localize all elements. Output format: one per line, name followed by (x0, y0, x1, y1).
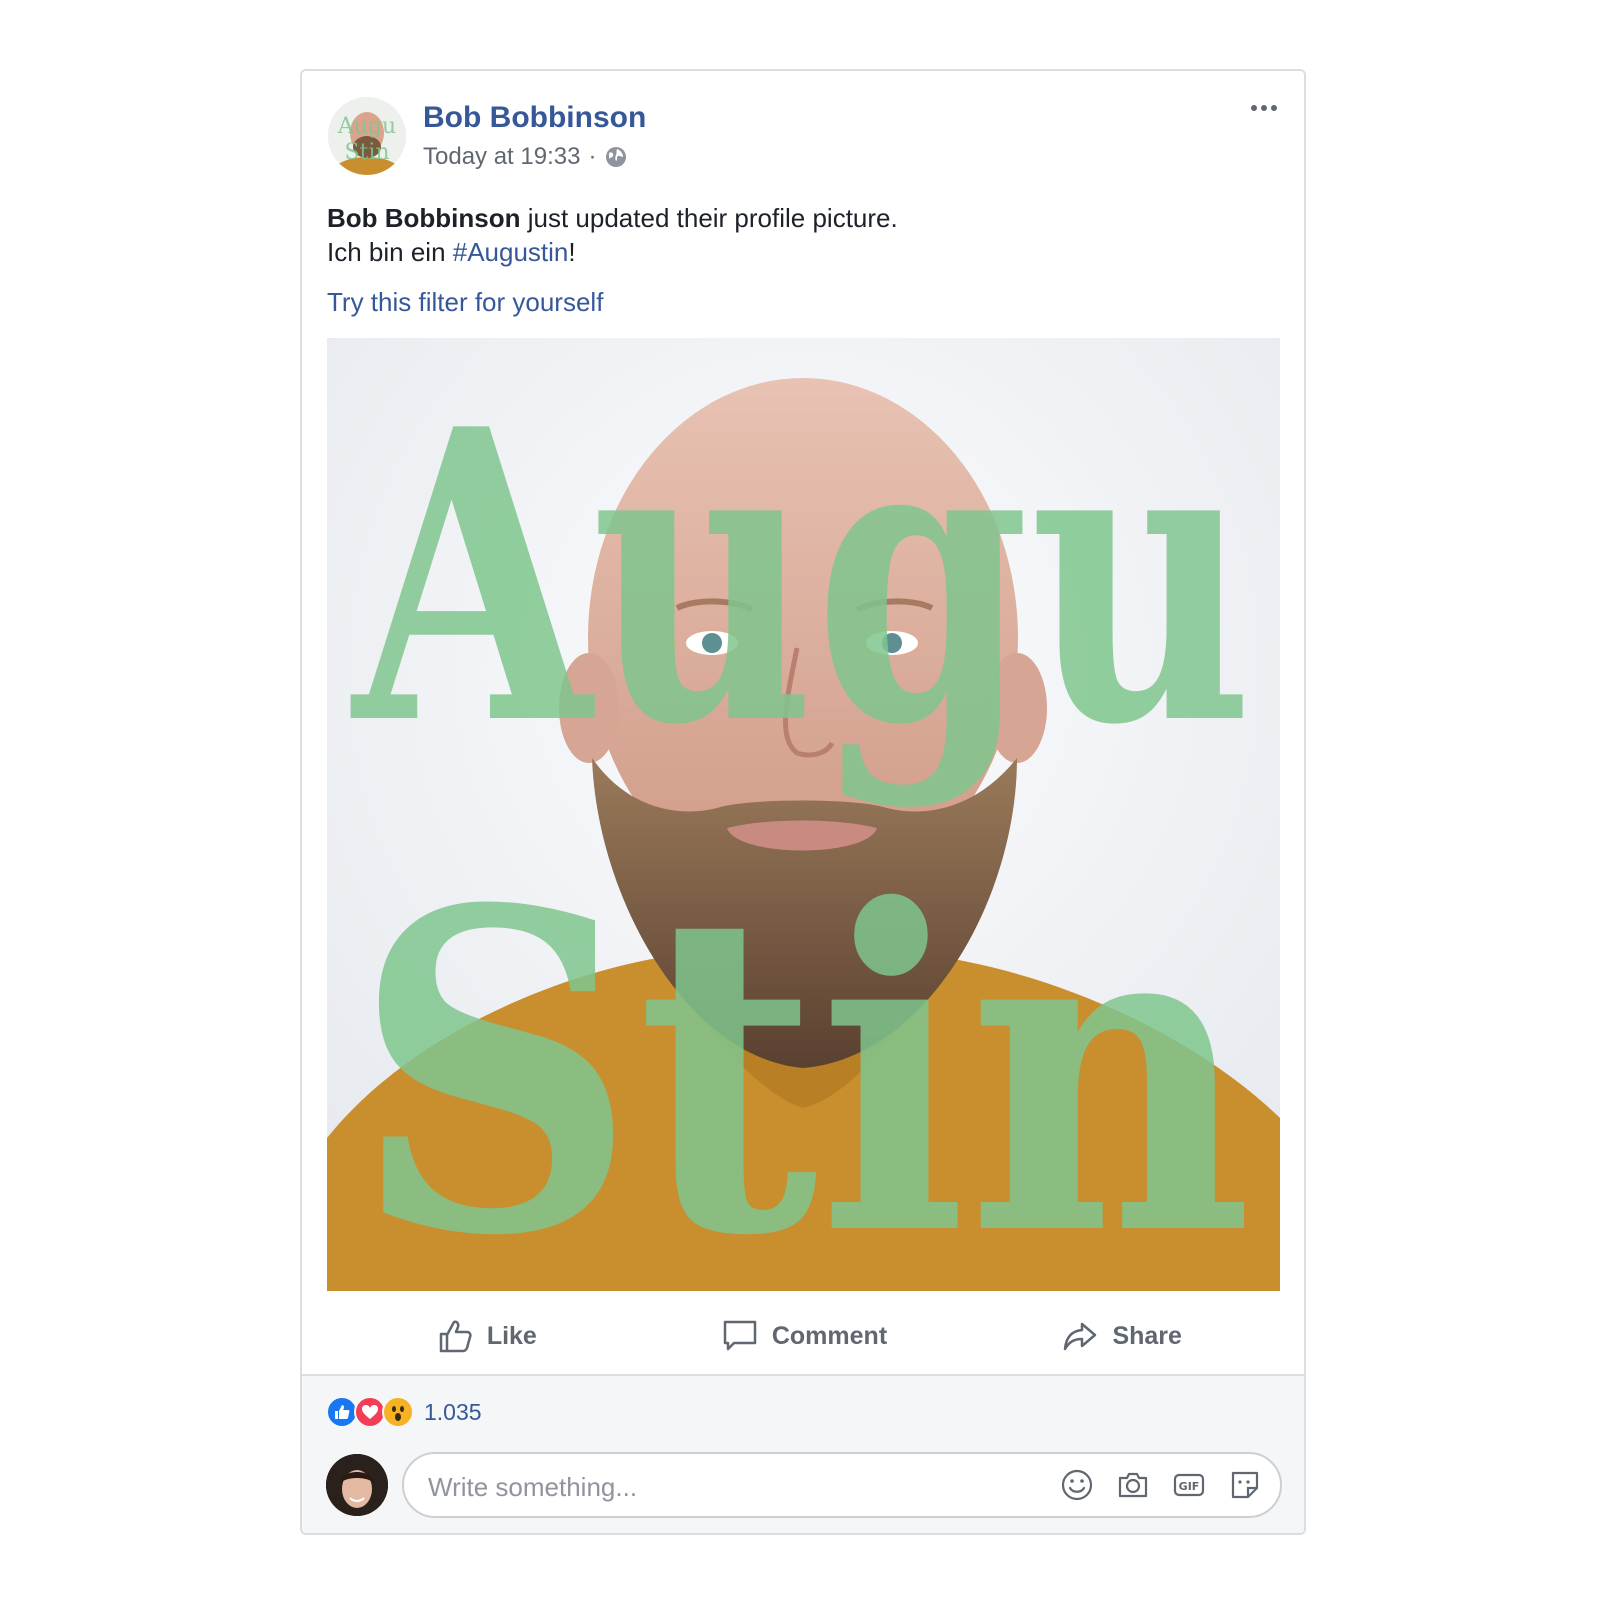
wow-reaction-icon (382, 1396, 414, 1428)
like-label: Like (486, 1321, 537, 1350)
meta-separator: · (588, 143, 597, 170)
current-user-avatar[interactable] (326, 1454, 388, 1516)
like-button[interactable]: Like (327, 1296, 645, 1376)
post-header: Augu Stin Bob Bobbinson Today at 19:33 · (302, 71, 1304, 191)
reaction-count[interactable]: 1.035 (424, 1399, 482, 1426)
avatar-overlay-line2: Stin (344, 140, 389, 165)
author-avatar[interactable]: Augu Stin (328, 97, 406, 175)
comment-box: GIF (402, 1452, 1282, 1518)
post-meta: Today at 19:33 · (423, 143, 628, 171)
comment-button[interactable]: Comment (645, 1296, 963, 1376)
action-bar: Like Comment Share (327, 1296, 1280, 1376)
post-timestamp[interactable]: Today at 19:33 (423, 143, 580, 171)
photo-overlay-line2: Stin (353, 815, 1253, 1291)
post-text-line1: Bob Bobbinson just updated their profile… (327, 201, 1277, 235)
post-text-author[interactable]: Bob Bobbinson (327, 203, 521, 233)
camera-icon[interactable] (1116, 1468, 1150, 1502)
post-footer: 1.035 Write something... GIF (302, 1374, 1304, 1533)
post-text-suffix: ! (568, 237, 576, 267)
sticker-icon[interactable] (1228, 1468, 1262, 1502)
share-button[interactable]: Share (962, 1296, 1280, 1376)
share-label: Share (1112, 1321, 1182, 1350)
thumbs-up-icon (439, 1320, 472, 1353)
svg-text:GIF: GIF (1179, 1480, 1200, 1493)
post-text-line2: Ich bin ein #Augustin! (327, 235, 1277, 269)
hashtag-link[interactable]: #Augustin (453, 237, 569, 267)
photo-overlay-line1: Augu (348, 343, 1253, 813)
profile-photo[interactable]: Augu Stin (327, 338, 1280, 1291)
author-name[interactable]: Bob Bobbinson (423, 101, 646, 135)
comment-label: Comment (771, 1321, 888, 1350)
avatar-overlay-line1: Augu (337, 114, 396, 139)
globe-icon[interactable] (604, 145, 628, 169)
post-text-prefix: Ich bin ein (327, 237, 453, 267)
gif-icon[interactable]: GIF (1172, 1468, 1206, 1502)
post-card: Augu Stin Bob Bobbinson Today at 19:33 ·… (300, 69, 1306, 1535)
more-options-icon[interactable] (1244, 93, 1284, 123)
share-icon (1064, 1322, 1097, 1351)
post-text-action: just updated their profile picture. (520, 203, 898, 233)
comment-icons: GIF (1060, 1468, 1262, 1502)
comment-input[interactable] (426, 1464, 1020, 1510)
comment-icon (723, 1320, 757, 1351)
try-filter-link[interactable]: Try this filter for yourself (327, 287, 603, 318)
post-text: Bob Bobbinson just updated their profile… (327, 201, 1277, 269)
reaction-summary[interactable]: 1.035 (326, 1396, 482, 1428)
emoji-icon[interactable] (1060, 1468, 1094, 1502)
